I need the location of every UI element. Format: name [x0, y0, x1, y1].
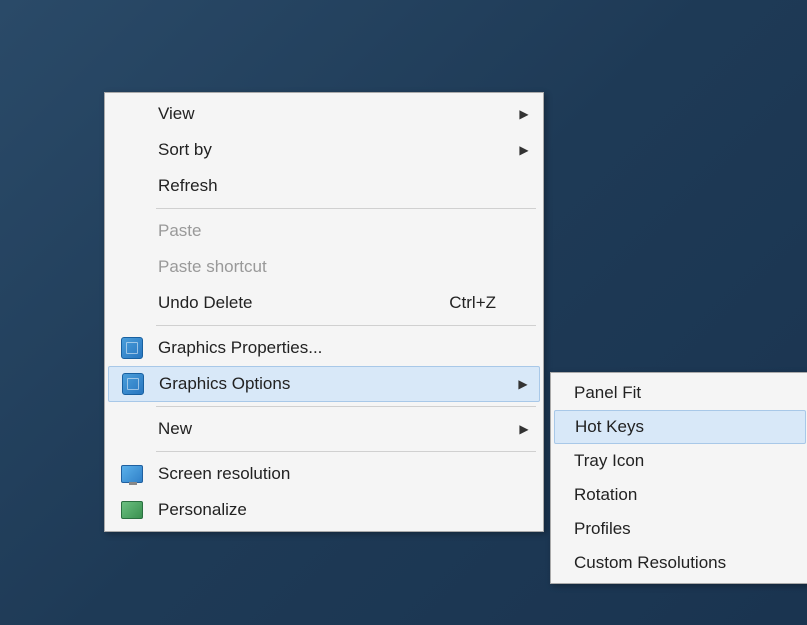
submenu-arrow-icon: ▶ [515, 377, 531, 391]
menu-label: Rotation [574, 485, 798, 505]
submenu-arrow-icon: ▶ [516, 143, 532, 157]
menu-item-screen-resolution[interactable]: Screen resolution [108, 456, 540, 492]
graphics-options-submenu: Panel Fit Hot Keys Tray Icon Rotation Pr… [550, 372, 807, 584]
menu-separator [156, 208, 536, 209]
menu-label: View [152, 104, 516, 124]
menu-item-view[interactable]: View ▶ [108, 96, 540, 132]
menu-label: Tray Icon [574, 451, 798, 471]
menu-label: Personalize [152, 500, 516, 520]
submenu-item-hot-keys[interactable]: Hot Keys [554, 410, 806, 444]
menu-label: Refresh [152, 176, 516, 196]
menu-item-paste-shortcut: Paste shortcut [108, 249, 540, 285]
menu-item-personalize[interactable]: Personalize [108, 492, 540, 528]
menu-separator [156, 406, 536, 407]
submenu-arrow-icon: ▶ [516, 107, 532, 121]
submenu-item-custom-resolutions[interactable]: Custom Resolutions [554, 546, 806, 580]
menu-separator [156, 325, 536, 326]
menu-item-graphics-properties[interactable]: Graphics Properties... [108, 330, 540, 366]
menu-item-refresh[interactable]: Refresh [108, 168, 540, 204]
menu-label: Screen resolution [152, 464, 516, 484]
menu-item-sort-by[interactable]: Sort by ▶ [108, 132, 540, 168]
menu-label: Hot Keys [575, 417, 797, 437]
menu-label: Paste [152, 221, 516, 241]
submenu-arrow-icon: ▶ [516, 422, 532, 436]
submenu-item-tray-icon[interactable]: Tray Icon [554, 444, 806, 478]
submenu-item-panel-fit[interactable]: Panel Fit [554, 376, 806, 410]
menu-item-undo-delete[interactable]: Undo Delete Ctrl+Z [108, 285, 540, 321]
menu-label: Panel Fit [574, 383, 798, 403]
intel-graphics-icon [113, 373, 153, 395]
keyboard-shortcut: Ctrl+Z [449, 293, 516, 313]
menu-label: Graphics Options [153, 374, 515, 394]
menu-label: Profiles [574, 519, 798, 539]
personalize-icon [112, 501, 152, 519]
menu-item-graphics-options[interactable]: Graphics Options ▶ [108, 366, 540, 402]
menu-separator [156, 451, 536, 452]
submenu-item-rotation[interactable]: Rotation [554, 478, 806, 512]
menu-label: Paste shortcut [152, 257, 516, 277]
menu-label: Sort by [152, 140, 516, 160]
submenu-item-profiles[interactable]: Profiles [554, 512, 806, 546]
menu-item-paste: Paste [108, 213, 540, 249]
display-icon [112, 465, 152, 483]
menu-item-new[interactable]: New ▶ [108, 411, 540, 447]
menu-label: New [152, 419, 516, 439]
menu-label: Custom Resolutions [574, 553, 798, 573]
intel-graphics-icon [112, 337, 152, 359]
desktop-context-menu: View ▶ Sort by ▶ Refresh Paste Paste sho… [104, 92, 544, 532]
menu-label: Graphics Properties... [152, 338, 516, 358]
menu-label: Undo Delete [152, 293, 449, 313]
